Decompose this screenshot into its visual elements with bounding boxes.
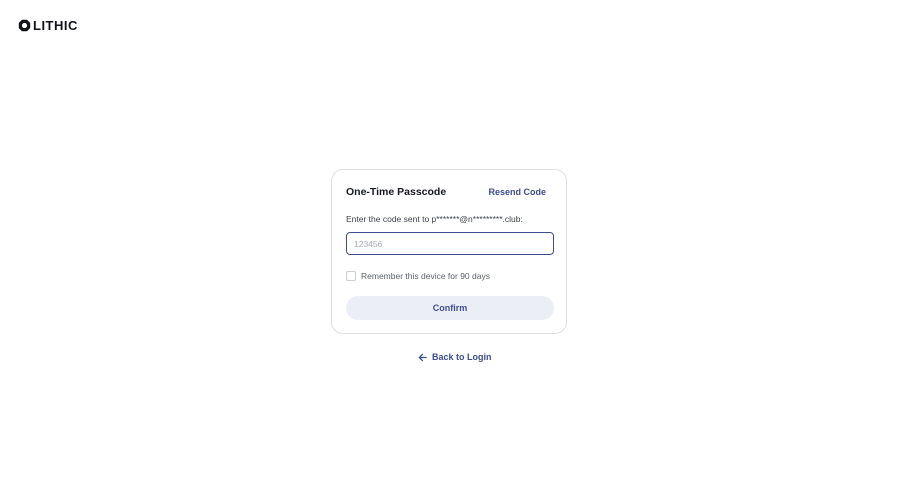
lithic-logo: LITHIC [18, 19, 78, 32]
logo-text: LITHIC [33, 18, 78, 33]
resend-code-button[interactable]: Resend Code [488, 187, 546, 197]
otp-card: One-Time Passcode Resend Code Enter the … [331, 169, 567, 334]
back-to-login-link[interactable]: Back to Login [418, 352, 492, 362]
otp-page: LITHIC One-Time Passcode Resend Code Ent… [0, 0, 900, 484]
arrow-left-icon [418, 353, 427, 361]
confirm-button[interactable]: Confirm [346, 296, 554, 320]
back-to-login-label: Back to Login [432, 352, 492, 362]
remember-device-checkbox[interactable] [346, 271, 356, 281]
remember-device-option[interactable]: Remember this device for 90 days [346, 271, 490, 281]
card-title: One-Time Passcode [346, 186, 447, 198]
otp-instruction: Enter the code sent to p*******@n*******… [346, 214, 523, 224]
remember-device-label: Remember this device for 90 days [361, 271, 490, 281]
lithic-logo-icon [18, 19, 31, 32]
otp-code-input[interactable] [346, 232, 554, 255]
